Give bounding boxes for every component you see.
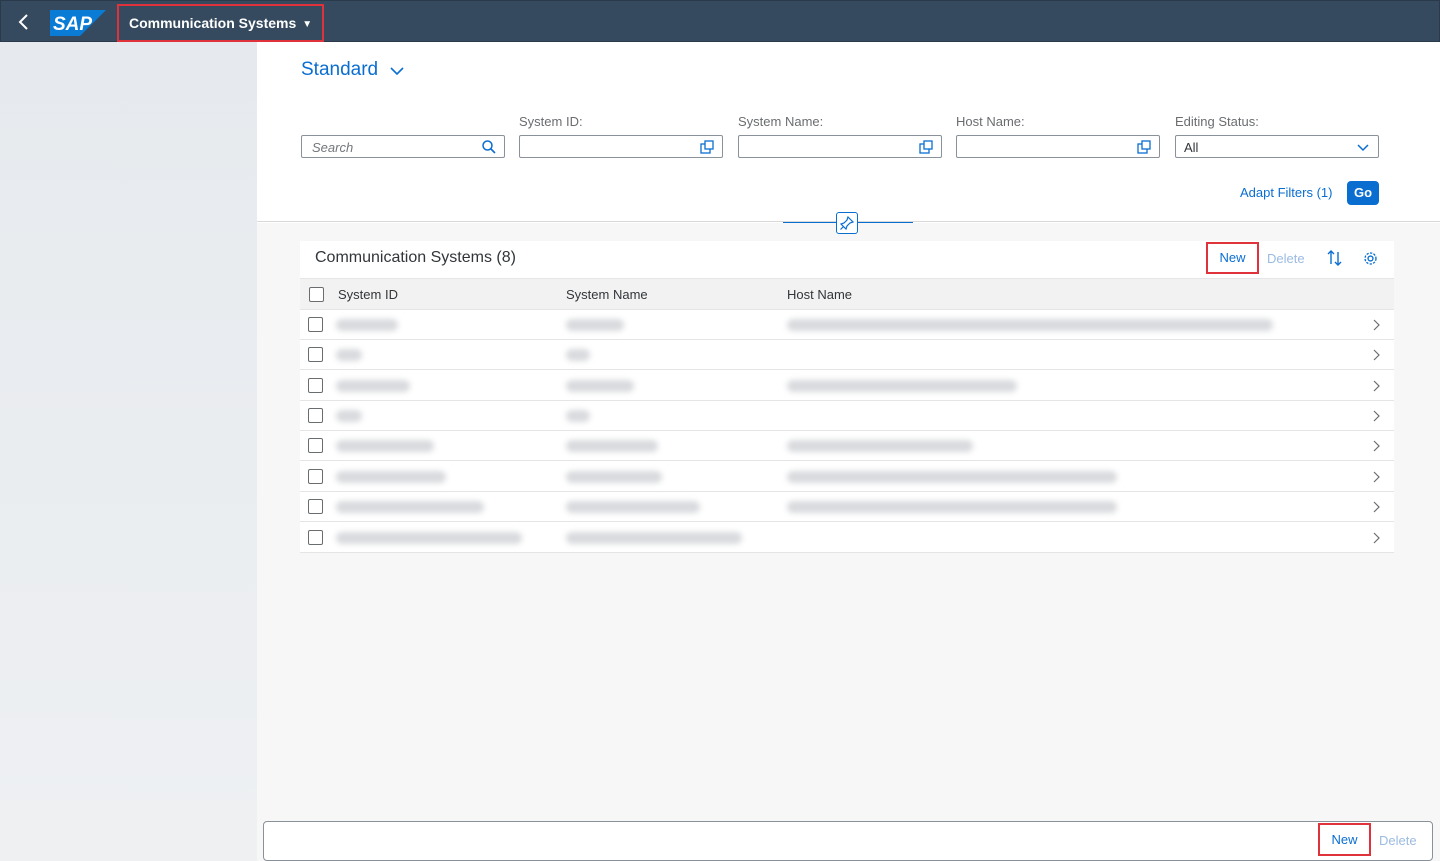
systems-table: Communication Systems (8) New Delete Sys… (300, 241, 1394, 553)
row-checkbox[interactable] (308, 378, 323, 393)
system-name-field[interactable] (738, 135, 942, 158)
value-help-icon[interactable] (918, 139, 934, 155)
sort-icon[interactable] (1326, 249, 1344, 267)
system-id-cell (336, 532, 522, 544)
host-name-cell (787, 440, 973, 452)
search-placeholder: Search (312, 140, 354, 155)
system-name-cell (566, 532, 742, 544)
table-row[interactable] (300, 340, 1394, 370)
svg-text:SAP: SAP (53, 14, 92, 35)
chevron-right-icon[interactable] (1370, 470, 1382, 484)
chevron-down-icon[interactable] (1355, 139, 1371, 155)
search-input[interactable]: Search (301, 135, 505, 158)
column-system-id[interactable]: System ID (338, 287, 398, 302)
system-id-field[interactable] (519, 135, 723, 158)
system-name-cell (566, 410, 590, 422)
host-name-label: Host Name: (956, 114, 1025, 129)
chevron-right-icon[interactable] (1370, 439, 1382, 453)
table-row[interactable] (300, 492, 1394, 522)
caret-down-icon: ▼ (302, 19, 313, 30)
row-checkbox[interactable] (308, 408, 323, 423)
host-name-cell (787, 380, 1017, 392)
footer-toolbar: New Delete (263, 821, 1433, 861)
pin-icon (839, 215, 855, 231)
settings-gear-icon[interactable] (1362, 250, 1379, 267)
system-id-cell (336, 440, 434, 452)
table-row[interactable] (300, 310, 1394, 340)
row-checkbox[interactable] (308, 530, 323, 545)
table-row[interactable] (300, 431, 1394, 461)
system-name-cell (566, 501, 700, 513)
table-row[interactable] (300, 523, 1394, 553)
host-name-field[interactable] (956, 135, 1160, 158)
system-id-cell (336, 380, 410, 392)
shell-bar: SAP Communication Systems ▼ (0, 0, 1440, 42)
row-checkbox[interactable] (308, 438, 323, 453)
filter-bar: Standard Search System ID: System Name: … (257, 42, 1440, 222)
system-name-label: System Name: (738, 114, 824, 129)
chevron-right-icon[interactable] (1370, 500, 1382, 514)
table-row[interactable] (300, 401, 1394, 431)
editing-status-label: Editing Status: (1175, 114, 1259, 129)
variant-selector[interactable]: Standard (301, 58, 405, 82)
search-icon[interactable] (481, 139, 497, 155)
system-name-cell (566, 380, 634, 392)
row-checkbox[interactable] (308, 347, 323, 362)
left-pane (0, 42, 257, 861)
system-id-label: System ID: (519, 114, 583, 129)
chevron-right-icon[interactable] (1370, 318, 1382, 332)
host-name-cell (787, 501, 1117, 513)
row-checkbox[interactable] (308, 499, 323, 514)
footer-new-button[interactable]: New (1318, 823, 1371, 856)
table-row[interactable] (300, 371, 1394, 401)
editing-status-select[interactable]: All (1175, 135, 1379, 158)
footer-delete-button[interactable]: Delete (1379, 833, 1417, 848)
variant-label: Standard (301, 59, 379, 80)
value-help-icon[interactable] (699, 139, 715, 155)
table-title: Communication Systems (8) (315, 249, 516, 266)
chevron-down-icon (390, 67, 404, 76)
app-title-text: Communication Systems (129, 15, 297, 31)
sap-logo: SAP (50, 10, 106, 36)
system-name-cell (566, 440, 658, 452)
table-header: System ID System Name Host Name (300, 278, 1394, 310)
system-name-cell (566, 349, 590, 361)
chevron-right-icon[interactable] (1370, 531, 1382, 545)
system-id-cell (336, 471, 446, 483)
pin-header-button[interactable] (836, 212, 858, 234)
system-name-cell (566, 319, 624, 331)
system-id-cell (336, 410, 362, 422)
chevron-right-icon[interactable] (1370, 348, 1382, 362)
value-help-icon[interactable] (1136, 139, 1152, 155)
system-id-cell (336, 319, 398, 331)
back-arrow-icon[interactable] (13, 11, 35, 33)
editing-status-value: All (1184, 140, 1199, 155)
select-all-checkbox[interactable] (309, 287, 324, 302)
adapt-filters-link[interactable]: Adapt Filters (1) (1240, 185, 1332, 200)
go-button[interactable]: Go (1347, 181, 1379, 205)
app-title-menu[interactable]: Communication Systems ▼ (117, 4, 325, 42)
row-checkbox[interactable] (308, 469, 323, 484)
system-id-cell (336, 501, 484, 513)
host-name-cell (787, 319, 1273, 331)
row-checkbox[interactable] (308, 317, 323, 332)
new-button[interactable]: New (1206, 242, 1259, 274)
chevron-right-icon[interactable] (1370, 409, 1382, 423)
system-name-cell (566, 471, 662, 483)
system-id-cell (336, 349, 362, 361)
column-host-name[interactable]: Host Name (787, 287, 852, 302)
host-name-cell (787, 471, 1117, 483)
delete-button[interactable]: Delete (1267, 251, 1305, 266)
chevron-right-icon[interactable] (1370, 379, 1382, 393)
column-system-name[interactable]: System Name (566, 287, 648, 302)
table-row[interactable] (300, 462, 1394, 492)
